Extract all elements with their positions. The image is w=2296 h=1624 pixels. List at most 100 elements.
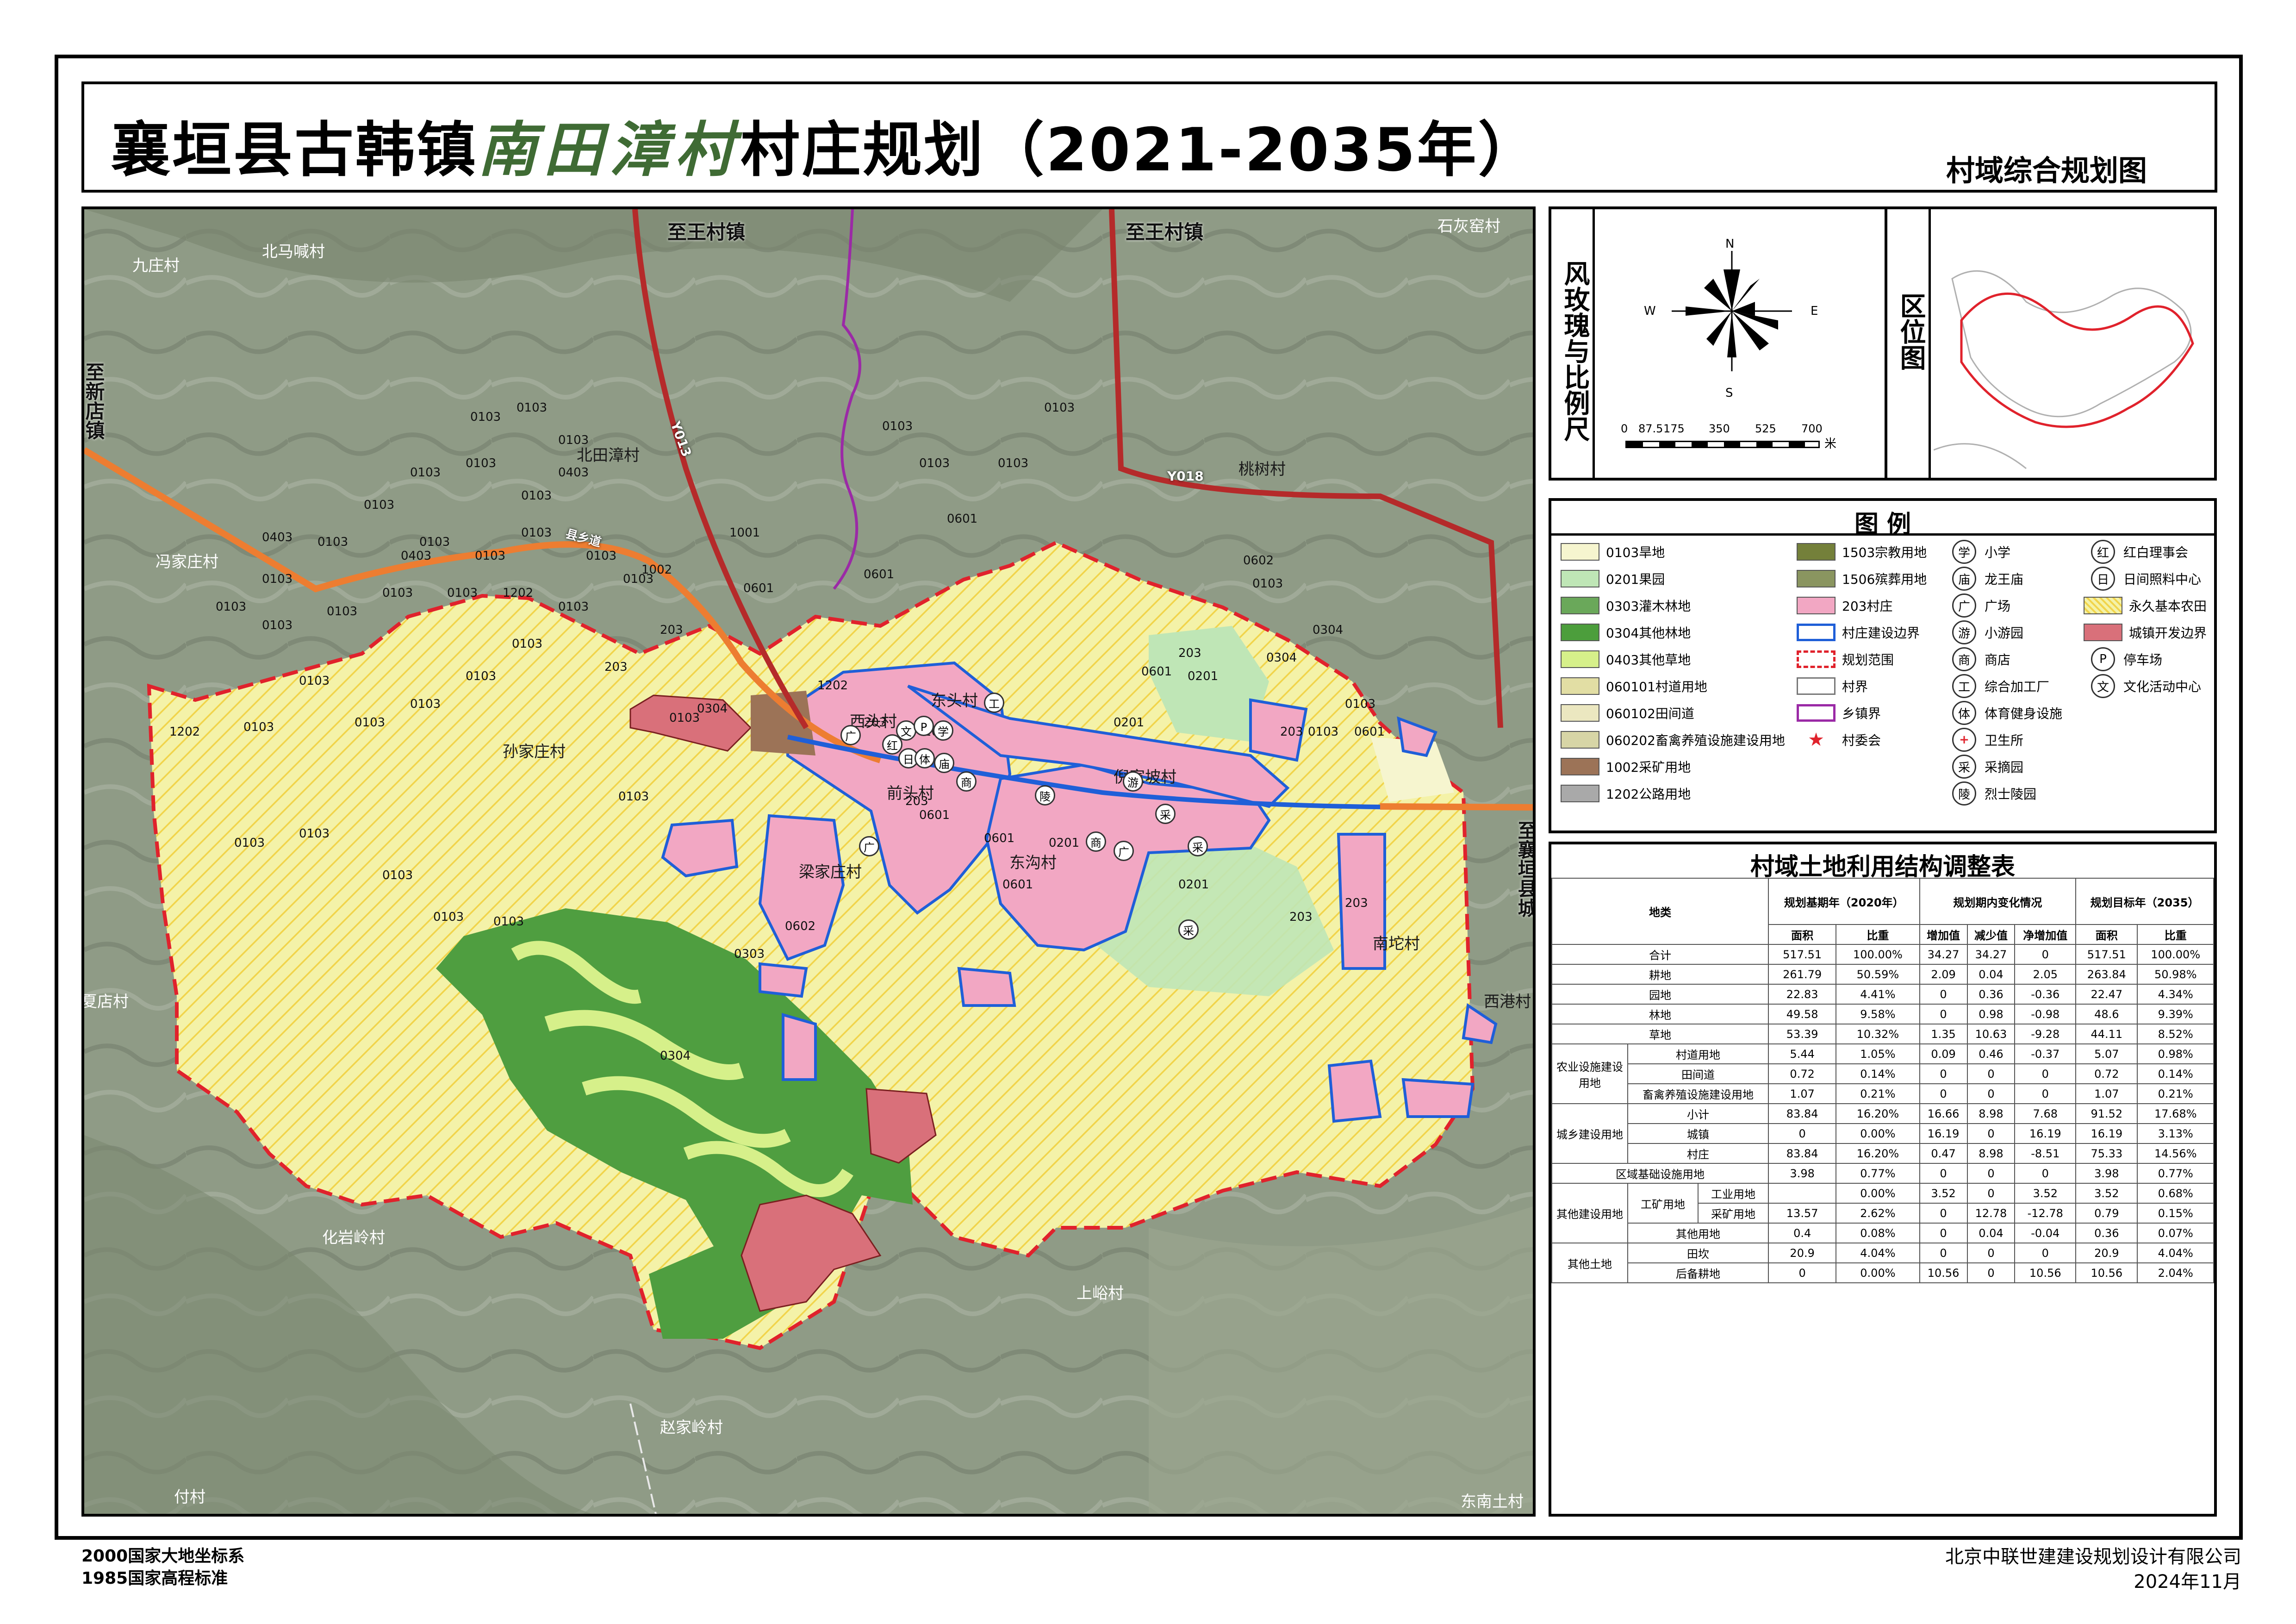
legend-swatch	[1561, 570, 1599, 587]
map-title: 襄垣县古韩镇南田漳村村庄规划（2021-2035年）	[111, 115, 1539, 185]
plot-code: 0103	[262, 618, 293, 632]
legend-label: 红白理事会	[2123, 545, 2189, 560]
legend-item: 0403其他草地	[1561, 648, 1691, 670]
plot-code: 0103	[521, 526, 552, 540]
facility-symbol-icon[interactable]: 采	[1155, 804, 1176, 824]
facility-symbol-icon[interactable]: 体	[915, 748, 935, 768]
th-inc: 增加值	[1919, 924, 1968, 945]
table-cell: 其他用地	[1627, 1223, 1769, 1243]
table-cell: 20.9	[2075, 1243, 2138, 1263]
facility-symbol-icon[interactable]: 学	[933, 720, 953, 741]
legend-label: 龙王庙	[1985, 572, 2024, 587]
windrose-panel: 风玫瑰与比例尺 N S E W 0 87.5 175 350 525 700 米	[1549, 206, 1888, 481]
table-cell: 3.52	[1919, 1183, 1968, 1204]
legend-swatch	[1561, 677, 1599, 695]
legend-label: 1503宗教用地	[1842, 545, 1927, 560]
legend-item: 村庄建设边界	[1797, 621, 1920, 643]
village-label: 九庄村	[132, 256, 180, 275]
compass-e: E	[1811, 304, 1818, 318]
table-cell: 34.27	[1966, 944, 2016, 965]
facility-symbol-icon[interactable]: 陵	[1035, 785, 1055, 806]
plot-code: 0103	[410, 697, 441, 711]
legend-label: 卫生所	[1985, 733, 2024, 748]
scale-tick: 175	[1663, 422, 1685, 435]
legend-item: 游小游园	[1945, 620, 2023, 644]
road-label-north1: 至王村镇	[667, 221, 746, 244]
table-cell: 9.58%	[1836, 1004, 1920, 1024]
legend-label: 城镇开发边界	[2129, 625, 2207, 641]
facility-symbol-icon[interactable]: 广	[1114, 841, 1134, 861]
main-map[interactable]: 至王村镇 至王村镇 至新店镇 至襄垣县城 Y013 Y018 县乡道 北马喊村九…	[81, 206, 1536, 1517]
legend-symbol-icon: 广	[1952, 593, 1976, 618]
table-cell: 517.51	[1768, 944, 1837, 965]
legend-label: 日间照料中心	[2123, 572, 2202, 587]
table-row: 园地 22.83 4.41% 0 0.36 -0.36 22.47 4.34%	[1551, 984, 2214, 1005]
facility-symbol-icon[interactable]: 采	[1188, 836, 1208, 856]
legend-item: P 停车场	[2084, 647, 2163, 671]
table-cell: 0	[1919, 1004, 1968, 1024]
plot-code: 0103	[558, 600, 589, 614]
location-title: 区位图	[1896, 293, 1926, 370]
table-row: 城乡建设用地 小计 83.84 16.20% 16.66 8.98 7.68 91.52 17.…	[1551, 1103, 2214, 1164]
th-target: 规划目标年（2035）	[2075, 878, 2214, 925]
legend-item: 1202公路用地	[1561, 782, 1691, 805]
plot-code: 0103	[558, 433, 589, 447]
scale-tick: 350	[1709, 422, 1730, 435]
facility-symbol-icon[interactable]: 商	[956, 771, 977, 792]
plot-code: 0103	[512, 637, 543, 651]
legend-swatch	[1561, 785, 1599, 802]
table-cell: -0.04	[2014, 1223, 2077, 1243]
facility-symbol-icon[interactable]: 红	[882, 734, 902, 755]
facility-symbol-icon[interactable]: 庙	[934, 753, 954, 773]
plot-code: 0601	[947, 512, 978, 526]
table-cell: 10.56	[2075, 1262, 2138, 1283]
table-cell: -9.28	[2014, 1024, 2077, 1044]
table-cell: 0.77%	[2137, 1163, 2214, 1184]
table-cell: 采矿用地	[1698, 1203, 1769, 1224]
legend-symbol-icon: +	[1952, 728, 1976, 752]
plot-code: 0403	[558, 466, 589, 480]
legend-swatch	[1561, 650, 1599, 668]
star-icon: ★	[1808, 729, 1824, 750]
plot-code: 0103	[466, 669, 497, 683]
table-cell: -8.51	[2014, 1143, 2077, 1164]
facility-symbol-icon[interactable]: 工	[984, 693, 1004, 713]
facility-symbol-icon[interactable]: 采	[1178, 919, 1199, 940]
table-cell: -0.37	[2014, 1043, 2077, 1064]
table-cell: 44.11	[2075, 1024, 2138, 1044]
table-cell: -12.78	[2014, 1203, 2077, 1224]
facility-symbol-icon[interactable]: 广	[859, 836, 879, 856]
village-label: 东头村	[931, 692, 978, 710]
legend-label: 规划范围	[1842, 652, 1894, 668]
plot-code: 0103	[243, 720, 274, 734]
plot-code: 0304	[1313, 623, 1344, 637]
th-category: 地类	[1551, 878, 1769, 945]
legend-label: 停车场	[2123, 652, 2163, 668]
legend-label: 0103旱地	[1606, 545, 1665, 560]
th-ratio2: 比重	[2137, 924, 2214, 945]
plot-code: 0103	[586, 549, 617, 563]
road-label-east: 至襄垣县城	[1515, 820, 1536, 918]
table-cell: 0	[1919, 1163, 1968, 1184]
table-cell: 0.4	[1768, 1223, 1837, 1243]
table-cell: 0.68%	[2137, 1183, 2214, 1204]
facility-symbol-icon[interactable]: P	[914, 716, 934, 736]
table-row: 畜禽养殖设施建设用地 1.07 0.21% 0 0 0 1.07 0.21%	[1552, 1083, 2214, 1104]
plot-code: 0103	[299, 827, 330, 841]
table-cell: 2.05	[2014, 964, 2077, 985]
table-cell: 田间道	[1627, 1063, 1769, 1084]
table-row: 田间道 0.72 0.14% 0 0 0 0.72 0.14%	[1552, 1063, 2214, 1084]
facility-symbol-icon[interactable]: 商	[1086, 831, 1106, 852]
legend-item: 1503宗教用地	[1797, 541, 1927, 563]
legend-label: 村委会	[1842, 733, 1881, 748]
plot-code: 203	[1280, 725, 1303, 739]
plot-code: 0201	[1188, 669, 1219, 683]
table-cell: 0.08%	[1836, 1223, 1920, 1243]
table-cell: 0.09	[1919, 1043, 1968, 1064]
facility-symbol-icon[interactable]: 游	[1123, 771, 1143, 792]
th-net: 净增加值	[2014, 924, 2077, 945]
table-cell: 10.56	[2014, 1262, 2077, 1283]
land-use-title: 村域土地利用结构调整表	[1750, 853, 2015, 881]
legend-label: 烈士陵园	[1985, 787, 2037, 802]
facility-symbol-icon[interactable]: 广	[840, 725, 861, 745]
